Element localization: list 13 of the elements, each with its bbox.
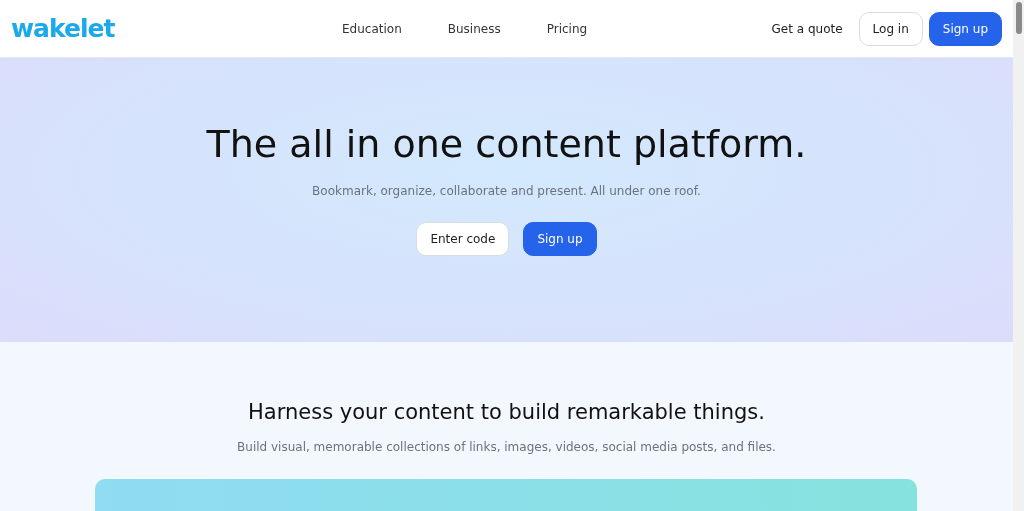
signup-button[interactable]: Sign up	[523, 222, 597, 256]
get-a-quote-link[interactable]: Get a quote	[771, 21, 843, 36]
hero-title: The all in one content platform.	[206, 122, 807, 166]
nav-link[interactable]: Pricing	[546, 21, 588, 36]
signup-button[interactable]: Sign up	[928, 11, 1002, 46]
section-subtitle: Build visual, memorable collections of links, images, videos, social media posts, and files.	[237, 440, 776, 454]
hero-subtitle: Bookmark, organize, collaborate and present. All under one roof.	[312, 184, 701, 198]
nav-link[interactable]: Education	[342, 21, 402, 36]
enter-code-button[interactable]: Enter code	[416, 222, 510, 256]
login-button[interactable]: Log in	[858, 11, 923, 46]
section-title: Harness your content to build remarkable things.	[248, 400, 765, 424]
scrollbar[interactable]	[1013, 0, 1024, 511]
nav-link[interactable]: Business	[447, 21, 501, 36]
